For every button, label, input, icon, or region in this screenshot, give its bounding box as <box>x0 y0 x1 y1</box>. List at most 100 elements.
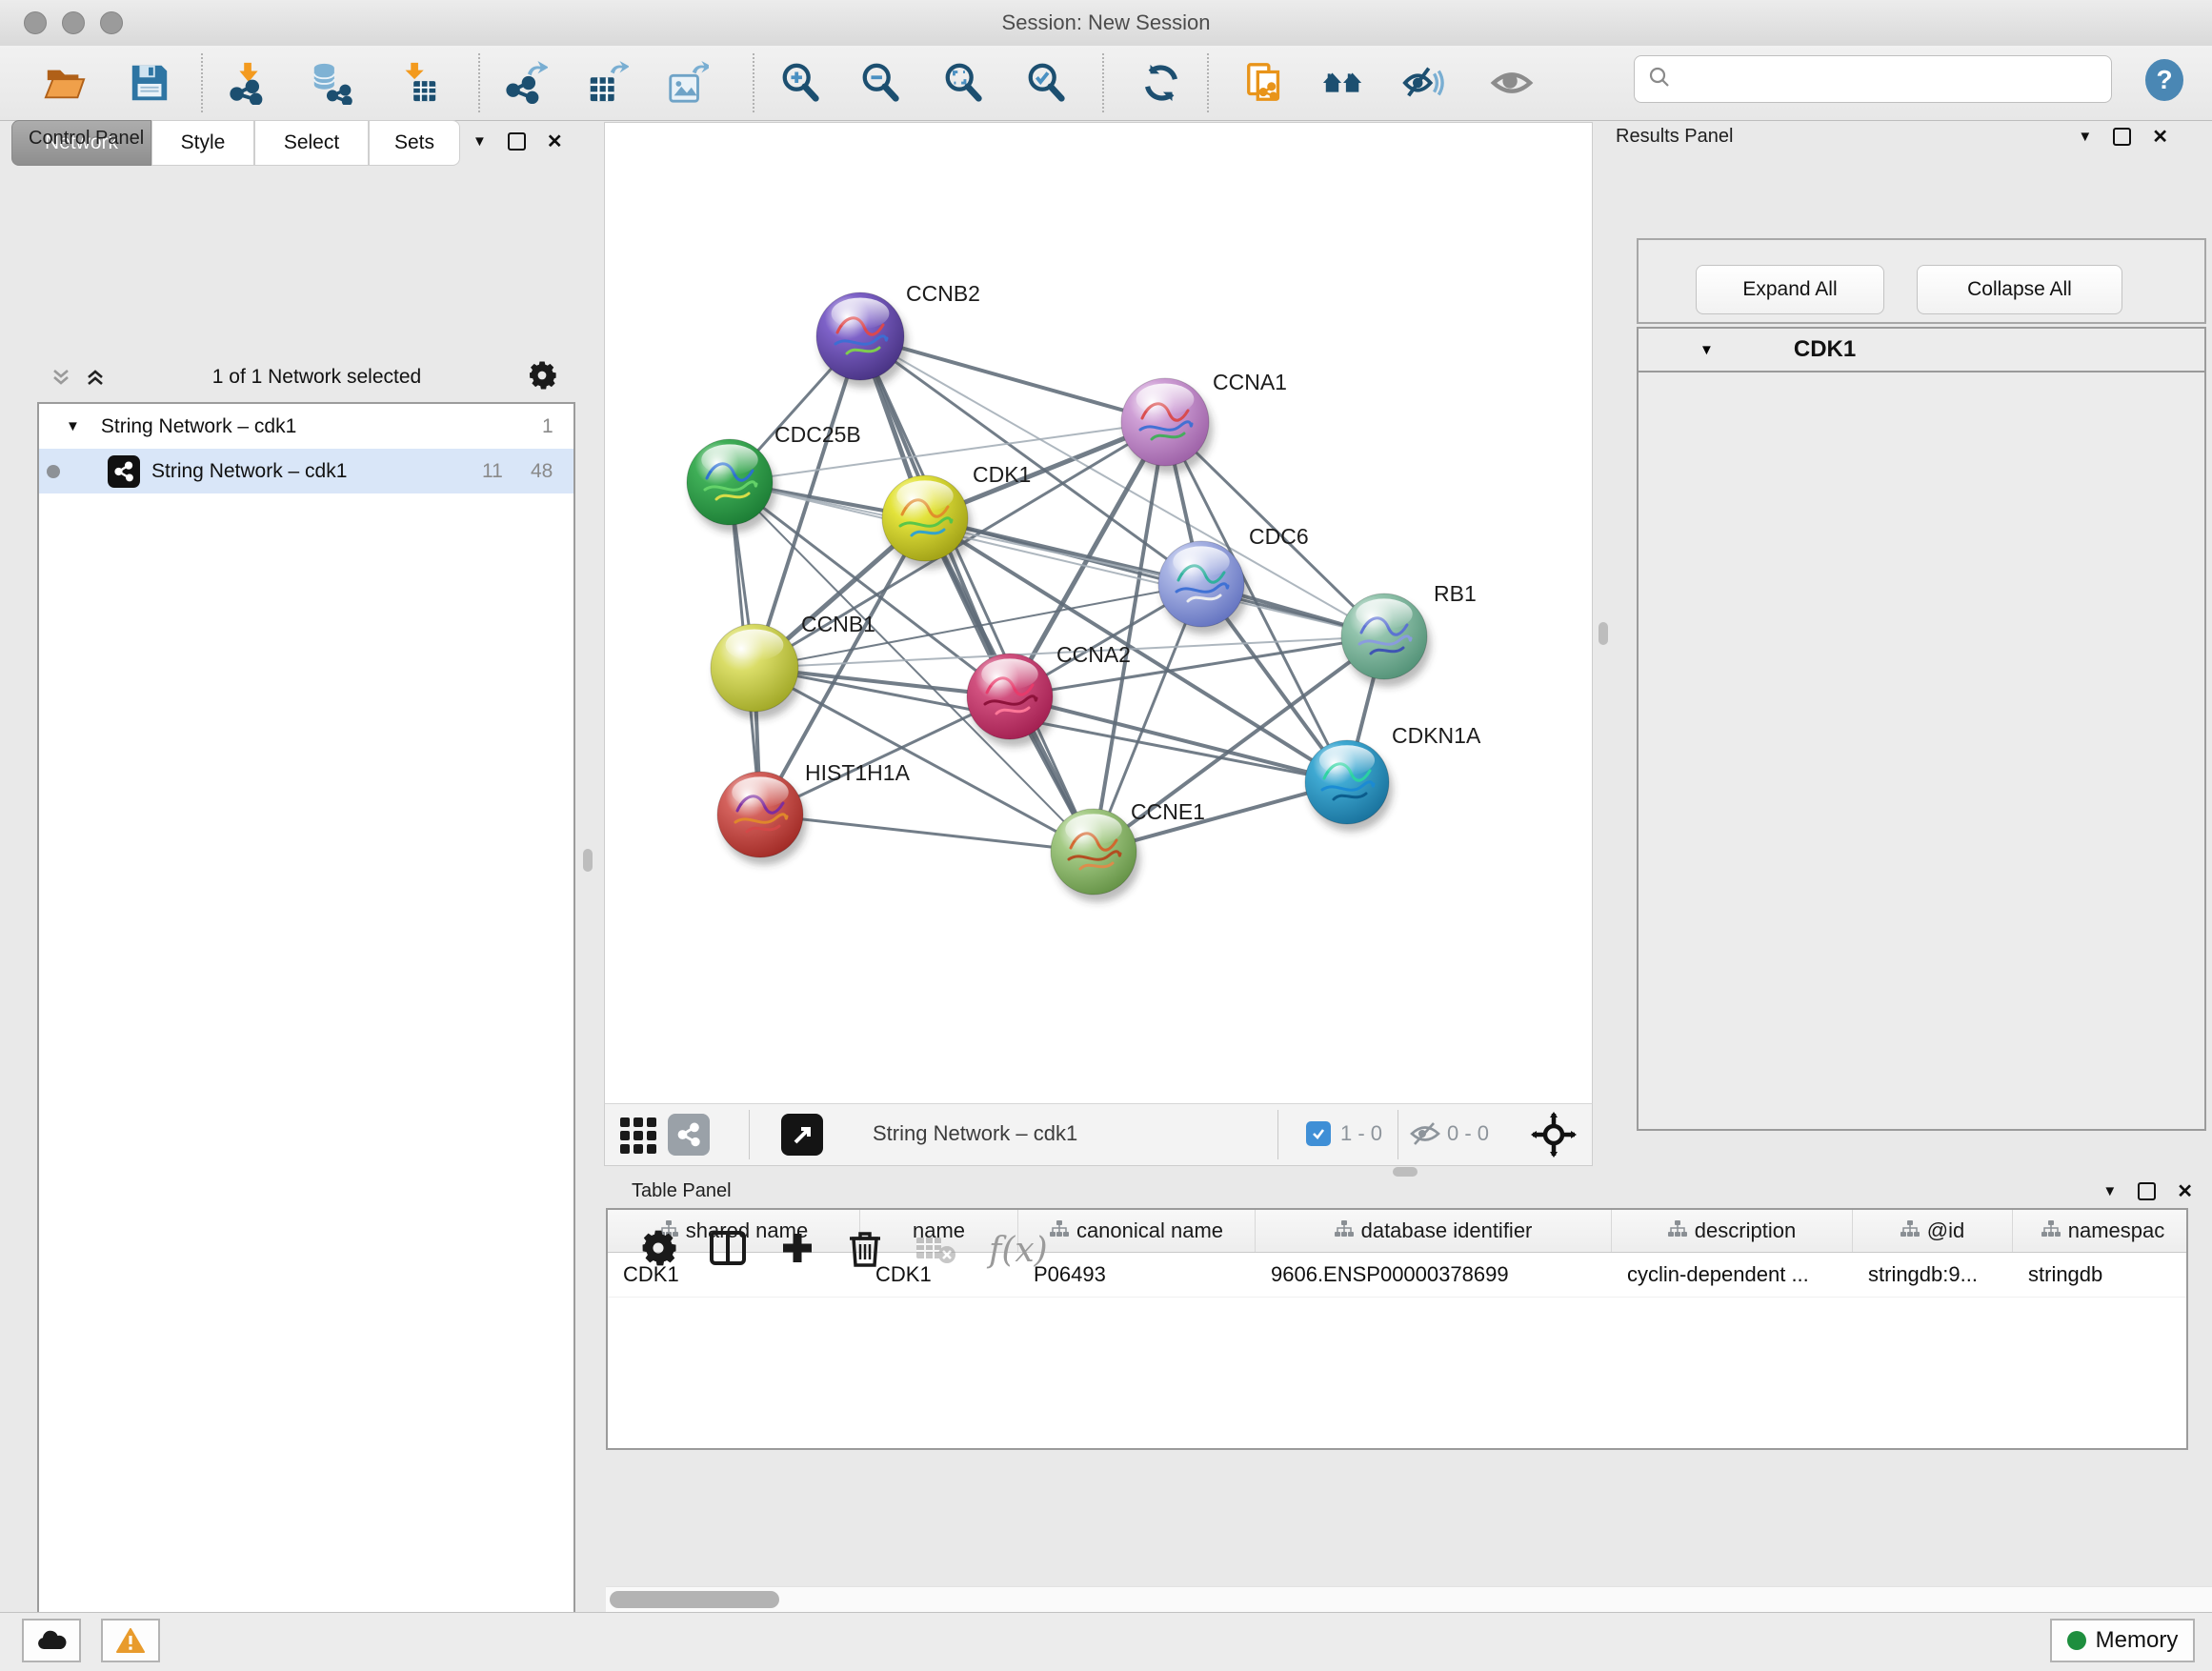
collapse-panel-icon[interactable]: ▼ <box>473 133 487 150</box>
node-CDC25B[interactable] <box>687 439 776 533</box>
toolbar-separator <box>749 1110 750 1159</box>
cytoscape-window: Session: New Session <box>0 0 2212 1671</box>
warning-icon <box>116 1628 145 1654</box>
zoom-fit-icon[interactable] <box>939 58 989 108</box>
close-panel-icon[interactable]: ✕ <box>2177 1179 2193 1203</box>
show-columns-icon[interactable] <box>709 1229 747 1272</box>
collapse-panel-icon[interactable]: ▼ <box>2078 129 2092 145</box>
close-panel-icon[interactable]: ✕ <box>547 130 563 153</box>
tab-select[interactable]: Select <box>254 120 369 166</box>
node-CCNB2[interactable] <box>816 292 908 388</box>
vertical-splitter-handle[interactable] <box>1599 622 1608 645</box>
collapse-panel-icon[interactable]: ▼ <box>2102 1183 2117 1199</box>
table-cell[interactable]: cyclin-dependent ... <box>1612 1253 1853 1297</box>
column-header-label: description <box>1695 1218 1796 1243</box>
title-bar: Session: New Session <box>0 0 2212 47</box>
grid-view-icon[interactable] <box>618 1114 660 1160</box>
collapse-all-networks-icon[interactable] <box>50 367 71 389</box>
search-box[interactable] <box>1634 55 2112 103</box>
tree-expander-icon[interactable]: ▼ <box>66 418 80 434</box>
network-options-gear-icon[interactable] <box>528 361 556 394</box>
help-button[interactable]: ? <box>2140 55 2189 105</box>
node-CDC6[interactable] <box>1158 541 1248 634</box>
table-cell[interactable]: stringdb <box>2013 1253 2188 1297</box>
clone-network-view-icon[interactable] <box>1240 58 1290 108</box>
collapse-entry-icon[interactable]: ▼ <box>1699 342 1714 358</box>
hide-selected-icon[interactable] <box>1398 58 1448 108</box>
column-header-namespac[interactable]: namespac <box>2013 1210 2188 1252</box>
table-cell[interactable]: P06493 <box>1018 1253 1256 1297</box>
network-collection-row[interactable]: ▼ String Network – cdk1 1 <box>39 404 573 449</box>
zoom-in-icon[interactable] <box>776 58 826 108</box>
selected-checkbox-icon[interactable] <box>1306 1121 1331 1146</box>
open-file-icon[interactable] <box>40 58 90 108</box>
column-header-description[interactable]: description <box>1612 1210 1853 1252</box>
zoom-out-icon[interactable] <box>856 58 906 108</box>
collection-count: 1 <box>542 415 553 438</box>
network-graph: CCNB2CCNA1CDC25BCDK1CDC6RB1CCNB1CCNA2CDK… <box>605 123 1592 1104</box>
network-view-icon[interactable] <box>668 1114 710 1156</box>
cloud-icon <box>36 1630 67 1651</box>
node-RB1[interactable] <box>1341 594 1431 687</box>
status-bar: Memory <box>0 1612 2212 1671</box>
table-cell[interactable]: stringdb:9... <box>1853 1253 2013 1297</box>
import-network-database-icon[interactable] <box>307 58 356 108</box>
export-network-icon[interactable] <box>501 58 551 108</box>
show-view-icon[interactable] <box>1487 58 1537 108</box>
float-panel-icon[interactable] <box>2113 128 2131 146</box>
hidden-node-edge-counts: 0 - 0 <box>1447 1121 1489 1146</box>
node-label-HIST1H1A: HIST1H1A <box>805 760 911 785</box>
edge-CDK1-RB1[interactable] <box>925 518 1384 636</box>
node-CCNA2[interactable] <box>967 654 1056 747</box>
birdseye-view-icon[interactable] <box>781 1114 823 1156</box>
node-CDKN1A[interactable] <box>1305 740 1393 832</box>
node-CCNA1[interactable] <box>1121 378 1213 473</box>
tab-sets[interactable]: Sets <box>369 120 460 166</box>
search-input[interactable] <box>1680 68 2111 91</box>
add-column-icon[interactable] <box>779 1230 815 1271</box>
edge-CCNA2-CDKN1A[interactable] <box>1010 696 1347 782</box>
column-header-database-identifier[interactable]: database identifier <box>1256 1210 1612 1252</box>
delete-column-icon[interactable] <box>848 1229 882 1272</box>
node-HIST1H1A[interactable] <box>717 772 807 865</box>
refresh-icon[interactable] <box>1136 58 1186 108</box>
memory-button[interactable]: Memory <box>2050 1619 2195 1662</box>
node-label-CDC6: CDC6 <box>1249 524 1309 549</box>
column-header-canonical-name[interactable]: canonical name <box>1018 1210 1256 1252</box>
table-options-gear-icon[interactable] <box>640 1230 676 1271</box>
expand-all-networks-icon[interactable] <box>85 367 106 389</box>
network-row-label: String Network – cdk1 <box>151 460 347 483</box>
save-session-icon[interactable] <box>125 58 174 108</box>
network-selection-row: 1 of 1 Network selected <box>37 356 572 398</box>
float-panel-icon[interactable] <box>2138 1182 2156 1200</box>
cloud-status-button[interactable] <box>22 1619 81 1662</box>
window-title: Session: New Session <box>0 10 2212 35</box>
toolbar-separator <box>753 53 754 112</box>
warning-status-button[interactable] <box>101 1619 160 1662</box>
export-table-icon[interactable] <box>582 58 632 108</box>
current-network-dot-icon <box>47 465 60 478</box>
column-header--id[interactable]: @id <box>1853 1210 2013 1252</box>
network-canvas[interactable]: CCNB2CCNA1CDC25BCDK1CDC6RB1CCNB1CCNA2CDK… <box>604 122 1593 1105</box>
node-label-RB1: RB1 <box>1434 581 1477 606</box>
table-cell[interactable]: 9606.ENSP00000378699 <box>1256 1253 1612 1297</box>
expand-all-button[interactable]: Expand All <box>1696 265 1884 314</box>
home-layout-icon[interactable] <box>1318 58 1368 108</box>
zoom-selected-icon[interactable] <box>1022 58 1072 108</box>
collapse-all-button[interactable]: Collapse All <box>1917 265 2122 314</box>
close-panel-icon[interactable]: ✕ <box>2152 125 2168 149</box>
control-panel-window-controls: ▼ ✕ <box>473 130 563 153</box>
vertical-splitter-handle[interactable] <box>583 849 593 872</box>
node-CCNE1[interactable] <box>1051 809 1140 902</box>
import-network-file-icon[interactable] <box>224 58 273 108</box>
float-panel-icon[interactable] <box>508 132 526 151</box>
import-table-icon[interactable] <box>392 58 442 108</box>
export-image-icon[interactable] <box>662 58 712 108</box>
column-type-icon <box>1050 1218 1069 1243</box>
tab-style[interactable]: Style <box>151 120 254 166</box>
network-row-selected[interactable]: String Network – cdk1 11 48 <box>39 449 573 493</box>
node-CDK1[interactable] <box>882 475 972 569</box>
pan-crosshair-icon[interactable] <box>1531 1112 1577 1162</box>
results-panel: Results Panel ▼ ✕ String Expand All Coll… <box>1616 120 2212 1174</box>
edge-HIST1H1A-CCNE1[interactable] <box>760 815 1094 852</box>
